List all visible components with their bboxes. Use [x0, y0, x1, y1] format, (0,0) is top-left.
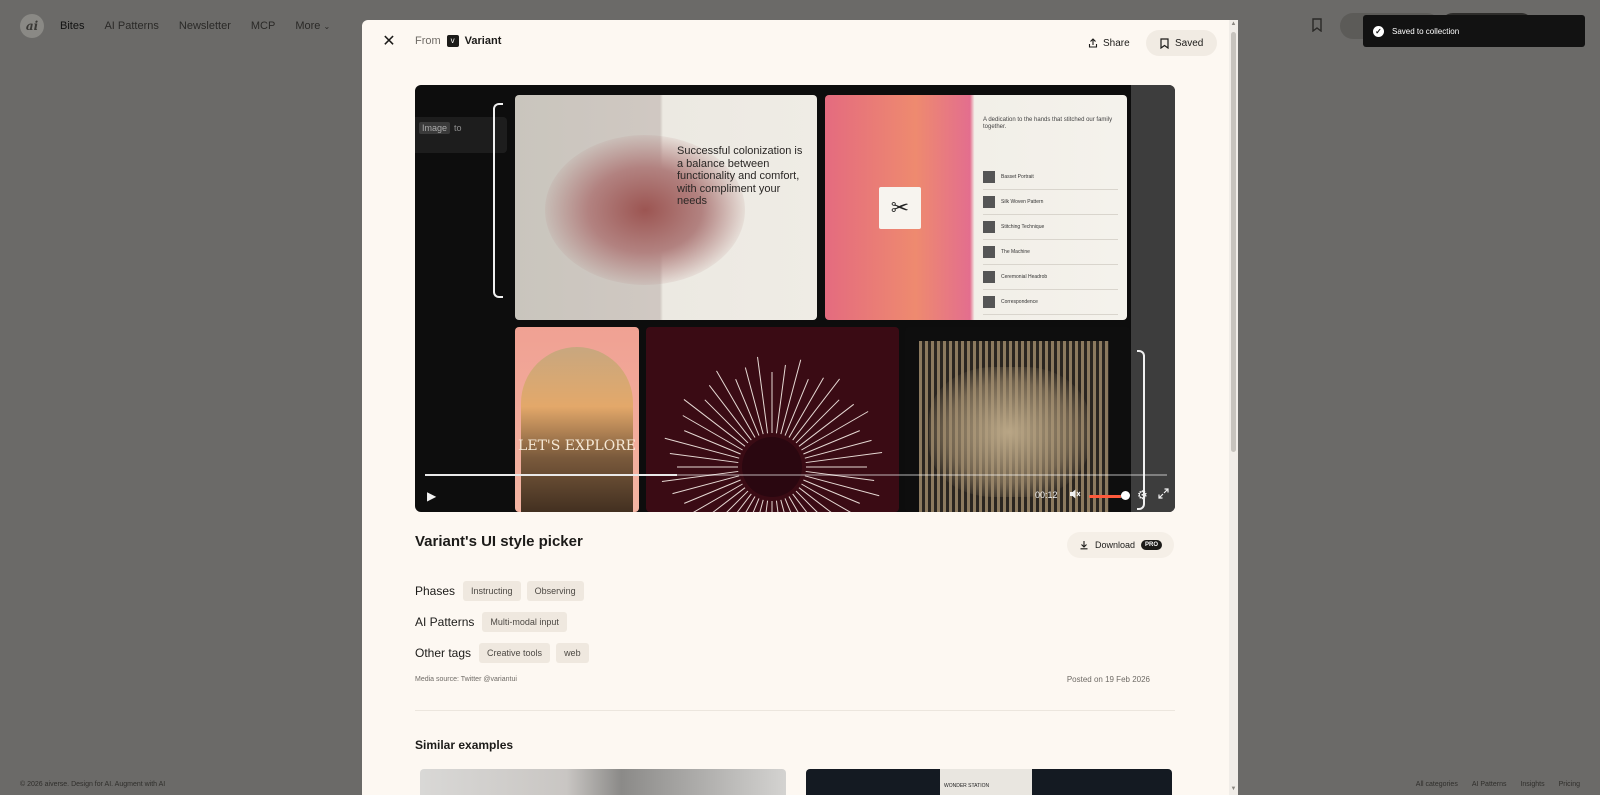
similar-examples-heading: Similar examples: [415, 738, 514, 752]
list-item: Silk Woven Pattern: [983, 190, 1118, 215]
tile-rows: Basset Portrait Silk Woven Pattern Stitc…: [983, 165, 1118, 315]
video-progress-fill: [425, 474, 678, 476]
ai-patterns-label: AI Patterns: [415, 615, 475, 629]
similar-screen-preview: WONDER STATION: [940, 769, 1032, 795]
divider: [415, 710, 1175, 711]
saved-button[interactable]: Saved: [1146, 30, 1218, 56]
fullscreen-icon[interactable]: [1158, 488, 1169, 502]
modal-scrollbar[interactable]: ▲ ▼: [1229, 20, 1238, 795]
tile-explore-text: LET'S EXPLORE: [518, 438, 636, 454]
cloud-overlay: [929, 367, 1089, 497]
volume-fill: [1089, 495, 1122, 498]
footer-links: All categories AI Patterns Insights Pric…: [1416, 781, 1580, 788]
media-source: Media source: Twitter @variantui: [415, 676, 517, 683]
chevron-down-icon: ⌄: [323, 22, 331, 31]
tile-heading: Successful colonization is a balance bet…: [677, 145, 803, 207]
bookmark-filled-icon: [1160, 37, 1169, 49]
footer-link-all-categories[interactable]: All categories: [1416, 781, 1458, 788]
saved-label: Saved: [1175, 37, 1204, 49]
footer-link-ai-patterns[interactable]: AI Patterns: [1472, 781, 1507, 788]
posted-date: Posted on 19 Feb 2026: [1066, 675, 1150, 684]
video-time: 00:12: [1035, 490, 1058, 500]
share-button[interactable]: Share: [1082, 32, 1136, 54]
tile-intro: A dedication to the hands that stitched …: [983, 117, 1113, 130]
bite-modal: ✕ From v Variant Share Saved Successful …: [362, 20, 1238, 795]
preview-tile-watercolor: ✂ A dedication to the hands that stitche…: [825, 95, 1127, 320]
nav-more-label: More: [295, 20, 321, 32]
tag-instructing[interactable]: Instructing: [463, 581, 521, 601]
volume-knob[interactable]: [1121, 491, 1130, 500]
share-label: Share: [1103, 37, 1130, 49]
footer-copyright: © 2026 aiverse. Design for AI. Augment w…: [20, 781, 166, 788]
list-item: Basset Portrait: [983, 165, 1118, 190]
list-item: The Machine: [983, 240, 1118, 265]
list-item: Correspondence: [983, 290, 1118, 315]
image-chip: Image: [419, 122, 451, 134]
prompt-text: to: [454, 123, 462, 133]
phases-label: Phases: [415, 584, 456, 598]
scroll-down-arrow-icon[interactable]: ▼: [1230, 786, 1237, 794]
source-row: From v Variant: [415, 35, 501, 47]
similar-example-card[interactable]: [420, 769, 786, 795]
site-logo[interactable]: ai: [20, 14, 44, 38]
variant-logo-icon: v: [446, 35, 459, 47]
nav-ai-patterns[interactable]: AI Patterns: [104, 20, 158, 32]
preview-tile-colonization: Successful colonization is a balance bet…: [515, 95, 817, 320]
scroll-thumb[interactable]: [1231, 32, 1236, 452]
other-tags-label: Other tags: [415, 646, 472, 660]
download-icon: [1080, 541, 1088, 550]
tag-multi-modal-input[interactable]: Multi-modal input: [482, 612, 567, 632]
nav-bites[interactable]: Bites: [60, 20, 84, 32]
list-item: Stitching Technique: [983, 215, 1118, 240]
similar-screen-text: WONDER STATION: [944, 783, 990, 789]
footer-link-insights[interactable]: Insights: [1520, 781, 1544, 788]
nav-newsletter[interactable]: Newsletter: [179, 20, 231, 32]
video-player[interactable]: Successful colonization is a balance bet…: [415, 85, 1175, 512]
toast-notification: ✓ Saved to collection: [1363, 15, 1585, 47]
scroll-up-arrow-icon[interactable]: ▲: [1230, 21, 1237, 29]
similar-example-card[interactable]: WONDER STATION: [806, 769, 1172, 795]
source-name-link[interactable]: Variant: [465, 35, 502, 47]
gear-icon[interactable]: ⚙: [1137, 488, 1148, 502]
close-icon[interactable]: ✕: [380, 33, 398, 51]
pro-badge: PRO: [1141, 540, 1163, 550]
tag-creative-tools[interactable]: Creative tools: [479, 643, 551, 663]
volume-mute-icon[interactable]: [1069, 488, 1081, 503]
video-progress-bar[interactable]: [425, 474, 1167, 476]
toast-text: Saved to collection: [1392, 26, 1460, 36]
share-icon: [1088, 38, 1098, 48]
nav-mcp[interactable]: MCP: [251, 20, 275, 32]
download-button[interactable]: Download PRO: [1067, 532, 1175, 558]
selection-bracket-left: [493, 103, 503, 298]
other-tags-row: Other tags Creative tools web: [415, 643, 595, 663]
ai-patterns-row: AI Patterns Multi-modal input: [415, 612, 573, 632]
play-icon[interactable]: ▶: [427, 489, 441, 503]
bookmark-icon[interactable]: [1311, 18, 1323, 33]
check-circle-icon: ✓: [1373, 25, 1384, 37]
video-controls: ▶ 00:12 ⚙: [415, 485, 1175, 509]
list-item: Ceremonial Headrob: [983, 265, 1118, 290]
tag-observing[interactable]: Observing: [526, 581, 584, 601]
tag-web[interactable]: web: [556, 643, 589, 663]
nav-more[interactable]: More ⌄: [295, 20, 330, 32]
footer-link-pricing[interactable]: Pricing: [1559, 781, 1580, 788]
phases-row: Phases Instructing Observing: [415, 581, 590, 601]
scissors-icon: ✂: [879, 187, 921, 229]
page-title: Variant's UI style picker: [415, 533, 583, 550]
download-label: Download: [1095, 540, 1136, 550]
from-label: From: [415, 35, 441, 47]
